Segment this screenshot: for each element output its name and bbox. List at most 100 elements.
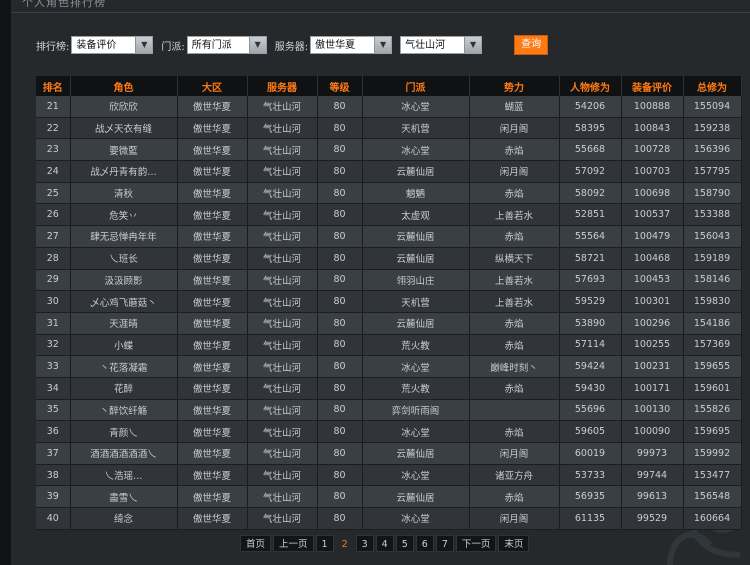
dropdown-arrow-icon[interactable]: ▼: [135, 37, 153, 53]
table-row: 40 绮念 傲世华夏 气壮山河 80 冰心堂 闲月阁 61135 99529 160664: [36, 507, 742, 530]
page-button[interactable]: 1: [315, 535, 334, 552]
cell-character[interactable]: 丶醉饮纤觞: [70, 399, 178, 422]
cell-character[interactable]: 战乄丹青有韵…: [70, 160, 178, 183]
cell-zone: 傲世华夏: [177, 507, 248, 530]
page-button-current: 2: [341, 539, 348, 550]
cell-rank: 24: [36, 160, 71, 183]
cell-faction: [469, 399, 560, 422]
sect-select[interactable]: 所有门派 ▼: [186, 36, 267, 54]
cell-character[interactable]: 丶花落凝霜: [70, 355, 178, 378]
cell-zone: 傲世华夏: [177, 312, 248, 335]
table-row: 30 乄心鸡飞蘑菇丶 傲世华夏 气壮山河 80 天机营 上善若水 59529 100301 159…: [36, 290, 742, 313]
cell-character[interactable]: 欣欣欣: [70, 96, 178, 118]
cell-level: 80: [317, 225, 363, 248]
last-page-button[interactable]: 末页: [498, 535, 530, 552]
cell-character-cultivation: 58092: [559, 182, 622, 205]
cell-server: 气壮山河: [247, 96, 318, 118]
table-row: 24 战乄丹青有韵… 傲世华夏 气壮山河 80 云麓仙居 闲月阁 57092 100703 157…: [36, 160, 742, 183]
col-header-equipment-score: 装备评价: [621, 76, 684, 96]
cell-level: 80: [317, 334, 363, 357]
cell-character[interactable]: 清秋: [70, 182, 178, 205]
cell-equipment-score: 100130: [621, 399, 684, 422]
col-header-sect: 门派: [362, 76, 470, 96]
cell-character[interactable]: 战乄天衣有缝: [70, 117, 178, 140]
cell-total-cultivation: 155094: [683, 96, 742, 118]
table-row: 28 乀班长 傲世华夏 气壮山河 80 云麓仙居 纵横天下 58721 100468 159189: [36, 247, 742, 270]
cell-total-cultivation: 157369: [683, 334, 742, 357]
col-header-faction: 势力: [469, 76, 560, 96]
cell-character[interactable]: 乀浩瑶…: [70, 464, 178, 487]
cell-character-cultivation: 53733: [559, 464, 622, 487]
cell-faction: 赤焰: [469, 182, 560, 205]
cell-level: 80: [317, 377, 363, 400]
cell-level: 80: [317, 203, 363, 227]
cell-equipment-score: 100468: [621, 247, 684, 270]
cell-level: 80: [317, 420, 363, 443]
next-page-button[interactable]: 下一页: [455, 535, 497, 552]
cell-zone: 傲世华夏: [177, 138, 248, 162]
cell-character[interactable]: 乄心鸡飞蘑菇丶: [70, 290, 178, 313]
rank-type-select[interactable]: 装备评价 ▼: [71, 36, 154, 54]
cell-character[interactable]: 天涯晴: [70, 312, 178, 335]
cell-rank: 36: [36, 420, 71, 443]
prev-page-button[interactable]: 上一页: [273, 535, 314, 552]
cell-character[interactable]: 酒酒酒酒酒酒乀: [70, 442, 178, 465]
cell-rank: 23: [36, 138, 71, 162]
cell-server: 气壮山河: [247, 355, 318, 378]
cell-level: 80: [317, 247, 363, 270]
cell-faction: 上善若水: [469, 269, 560, 292]
cell-zone: 傲世华夏: [177, 485, 248, 509]
dropdown-arrow-icon[interactable]: ▼: [374, 37, 392, 53]
cell-sect: 云麓仙居: [362, 160, 470, 183]
cell-equipment-score: 100537: [621, 203, 684, 227]
page-button[interactable]: 7: [435, 535, 454, 552]
page-button[interactable]: 6: [415, 535, 434, 552]
search-button[interactable]: 查询: [514, 35, 549, 55]
cell-sect: 天机营: [362, 117, 470, 140]
cell-zone: 傲世华夏: [177, 269, 248, 292]
cell-faction: 蝴蓝: [469, 96, 560, 118]
cell-sect: 冰心堂: [362, 138, 470, 162]
cell-server: 气壮山河: [247, 203, 318, 227]
cell-zone: 傲世华夏: [177, 355, 248, 378]
cell-character[interactable]: 肆无忌惮冉年年: [70, 225, 178, 248]
zone-select[interactable]: 傲世华夏 ▼: [310, 36, 393, 54]
server-select[interactable]: 气壮山河 ▼: [400, 36, 483, 54]
title-divider: [11, 12, 750, 13]
cell-rank: 29: [36, 269, 71, 292]
cell-character[interactable]: 小蝶: [70, 334, 178, 357]
cell-character[interactable]: 绮念: [70, 507, 178, 530]
page-button[interactable]: 4: [375, 535, 394, 552]
cell-faction: 巅峰时刻丶: [469, 355, 560, 378]
sect-label: 门派:: [161, 41, 185, 53]
ranking-table: 排名 角色 大区 服务器 等级 门派 势力 人物修为 装备评价 总修为 21 欣欣…: [36, 76, 742, 530]
table-header-row: 排名 角色 大区 服务器 等级 门派 势力 人物修为 装备评价 总修为: [36, 76, 742, 96]
cell-level: 80: [317, 117, 363, 140]
page-button[interactable]: 5: [395, 535, 414, 552]
cell-character[interactable]: 青颜乀: [70, 420, 178, 443]
cell-equipment-score: 99744: [621, 464, 684, 487]
dropdown-arrow-icon[interactable]: ▼: [248, 37, 266, 53]
cell-character[interactable]: 汲汲顾影: [70, 269, 178, 292]
cell-sect: 冰心堂: [362, 96, 470, 118]
cell-character[interactable]: 花醉: [70, 377, 178, 400]
table-row: 22 战乄天衣有缝 傲世华夏 气壮山河 80 天机营 闲月阁 58395 100843 15923…: [36, 117, 742, 140]
cell-character[interactable]: 危笑丷: [70, 203, 178, 227]
cell-sect: 冰心堂: [362, 420, 470, 443]
cell-total-cultivation: 159830: [683, 290, 742, 313]
cell-character-cultivation: 55696: [559, 399, 622, 422]
cell-zone: 傲世华夏: [177, 377, 248, 400]
dropdown-arrow-icon[interactable]: ▼: [464, 37, 482, 53]
cell-character[interactable]: 乀班长: [70, 247, 178, 270]
cell-sect: 天机营: [362, 290, 470, 313]
first-page-button[interactable]: 首页: [240, 535, 272, 552]
pagination: 首页 上一页 1 2 3 4 5 6 7 下一页 末页: [240, 535, 531, 552]
cell-character[interactable]: 要微藍: [70, 138, 178, 162]
cell-character[interactable]: 盡雪乀: [70, 485, 178, 509]
col-header-zone: 大区: [177, 76, 248, 96]
cell-zone: 傲世华夏: [177, 96, 248, 118]
page-button[interactable]: 3: [355, 535, 374, 552]
cell-faction: 诸亚方舟: [469, 464, 560, 487]
cell-total-cultivation: 159189: [683, 247, 742, 270]
cell-level: 80: [317, 269, 363, 292]
